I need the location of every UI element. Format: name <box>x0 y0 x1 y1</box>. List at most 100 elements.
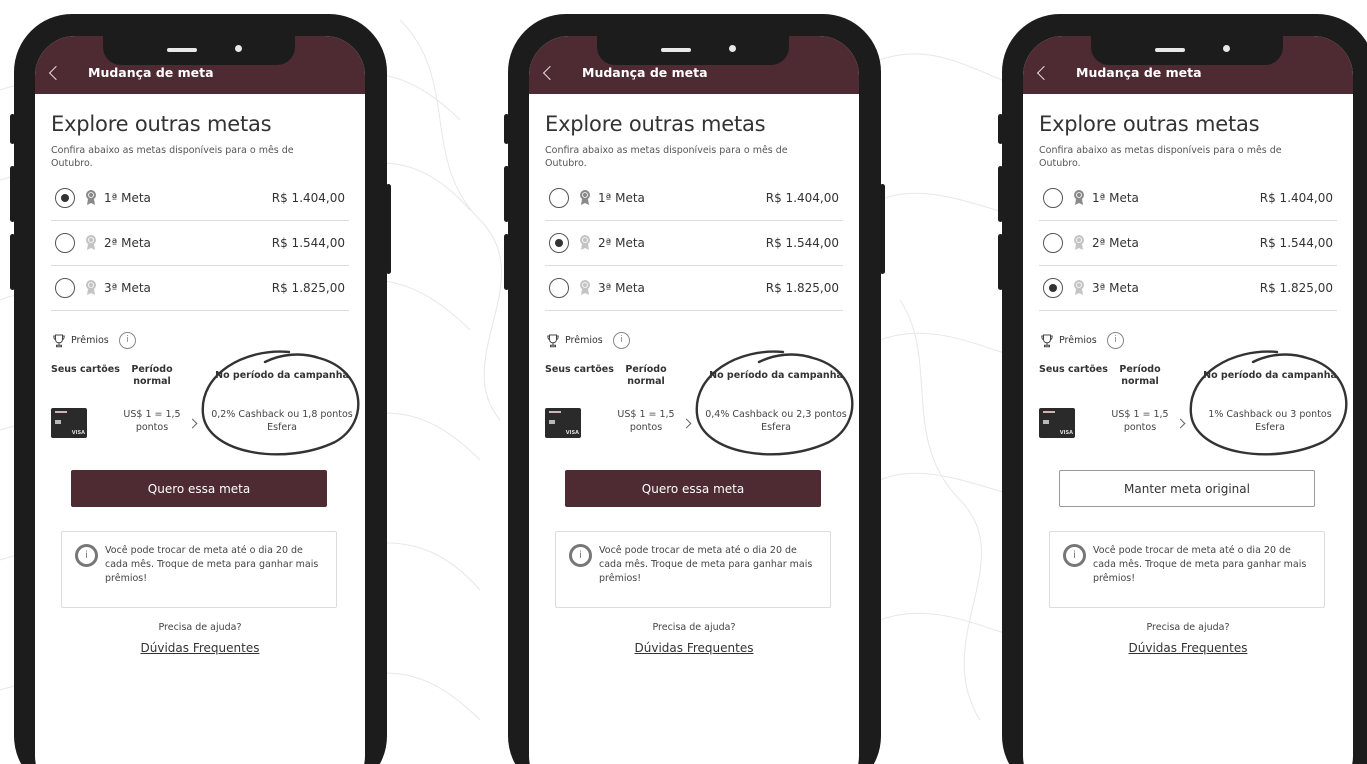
prizes-label: Prêmios <box>565 335 603 346</box>
card-network-label: VISA <box>71 430 85 436</box>
header-title: Mudança de meta <box>582 65 708 80</box>
app-screen: Mudança de meta Explore outras metas Con… <box>1023 36 1353 764</box>
header-title: Mudança de meta <box>1076 65 1202 80</box>
goal-radio[interactable] <box>1043 188 1063 208</box>
info-icon: i <box>75 544 98 567</box>
card-chip <box>55 420 61 424</box>
phone-mute-switch <box>504 114 509 144</box>
credit-card-icon: VISA <box>1039 408 1075 438</box>
phone-mockup-2: Mudança de meta Explore outras metas Con… <box>504 14 885 764</box>
hand-drawn-highlight-circle <box>695 350 854 456</box>
card-brand-logo <box>549 411 561 413</box>
card-network-label: VISA <box>565 430 579 436</box>
help-prompt: Precisa de ajuda? <box>652 622 736 633</box>
goal-radio[interactable] <box>55 233 75 253</box>
prizes-label: Prêmios <box>1059 335 1097 346</box>
medal-icon <box>86 280 96 295</box>
help-prompt: Precisa de ajuda? <box>1146 622 1230 633</box>
info-notice-text: Você pode trocar de meta até o dia 20 de… <box>1093 545 1307 584</box>
goal-label: 1ª Meta <box>1092 191 1139 205</box>
help-prompt: Precisa de ajuda? <box>158 622 242 633</box>
goal-row-2[interactable]: 2ª Meta R$ 1.544,00 <box>545 221 843 266</box>
page-subtitle: Confira abaixo as metas disponíveis para… <box>51 145 294 169</box>
info-notice: i Você pode trocar de meta até o dia 20 … <box>61 531 337 608</box>
goal-row-1[interactable]: 1ª Meta R$ 1.404,00 <box>1039 176 1337 221</box>
goal-row-3[interactable]: 3ª Meta R$ 1.825,00 <box>51 266 349 311</box>
goal-label: 3ª Meta <box>1092 281 1139 295</box>
card-chip <box>1043 420 1049 424</box>
prizes-info-icon[interactable]: i <box>613 332 630 349</box>
medal-icon <box>86 235 96 250</box>
phone-volume-down <box>504 234 509 290</box>
back-chevron-icon[interactable] <box>1036 65 1052 81</box>
faq-link[interactable]: Dúvidas Frequentes <box>35 641 365 655</box>
prizes-info-icon[interactable]: i <box>1107 332 1124 349</box>
goal-radio[interactable] <box>549 188 569 208</box>
goal-value: R$ 1.404,00 <box>1259 191 1333 205</box>
goal-radio[interactable] <box>55 278 75 298</box>
medal-icon <box>1074 235 1084 250</box>
back-chevron-icon[interactable] <box>542 65 558 81</box>
normal-period-value: US$ 1 = 1,5 pontos <box>617 409 675 433</box>
phone-volume-up <box>504 166 509 222</box>
goal-row-1[interactable]: 1ª Meta R$ 1.404,00 <box>51 176 349 221</box>
faq-link[interactable]: Dúvidas Frequentes <box>1023 641 1353 655</box>
goal-radio[interactable] <box>549 278 569 298</box>
page-title: Explore outras metas <box>545 112 766 136</box>
goal-row-2[interactable]: 2ª Meta R$ 1.544,00 <box>51 221 349 266</box>
goal-label: 1ª Meta <box>598 191 645 205</box>
front-camera <box>729 45 736 52</box>
info-notice: i Você pode trocar de meta até o dia 20 … <box>555 531 831 608</box>
chevron-right-icon <box>681 418 692 429</box>
goal-row-3[interactable]: 3ª Meta R$ 1.825,00 <box>1039 266 1337 311</box>
medal-icon <box>580 235 590 250</box>
trophy-icon <box>53 334 65 348</box>
goal-value: R$ 1.544,00 <box>765 236 839 250</box>
goal-value: R$ 1.544,00 <box>1259 236 1333 250</box>
column-header-cards: Seus cartões <box>545 364 614 375</box>
credit-card-icon: VISA <box>51 408 87 438</box>
back-chevron-icon[interactable] <box>48 65 64 81</box>
prizes-info-icon[interactable]: i <box>119 332 136 349</box>
goal-radio[interactable] <box>549 233 569 253</box>
goal-radio[interactable] <box>55 188 75 208</box>
card-chip <box>549 420 555 424</box>
phone-volume-up <box>10 166 15 222</box>
phone-volume-down <box>998 234 1003 290</box>
medal-icon <box>580 190 590 205</box>
info-notice-text: Você pode trocar de meta até o dia 20 de… <box>105 545 319 584</box>
faq-link[interactable]: Dúvidas Frequentes <box>529 641 859 655</box>
page-subtitle: Confira abaixo as metas disponíveis para… <box>1039 145 1282 169</box>
phone-power-button <box>880 184 885 274</box>
page-subtitle: Confira abaixo as metas disponíveis para… <box>545 145 788 169</box>
goal-label: 2ª Meta <box>598 236 645 250</box>
hand-drawn-highlight-circle <box>1189 350 1348 456</box>
goal-row-3[interactable]: 3ª Meta R$ 1.825,00 <box>545 266 843 311</box>
phone-notch <box>103 36 295 65</box>
info-notice: i Você pode trocar de meta até o dia 20 … <box>1049 531 1325 608</box>
goal-radio[interactable] <box>1043 278 1063 298</box>
goal-value: R$ 1.825,00 <box>271 281 345 295</box>
goal-radio[interactable] <box>1043 233 1063 253</box>
phone-notch <box>597 36 789 65</box>
goal-value: R$ 1.825,00 <box>1259 281 1333 295</box>
phone-volume-down <box>10 234 15 290</box>
keep-original-goal-button[interactable]: Manter meta original <box>1059 470 1315 507</box>
column-header-cards: Seus cartões <box>1039 364 1108 375</box>
column-header-cards: Seus cartões <box>51 364 120 375</box>
choose-goal-button[interactable]: Quero essa meta <box>71 470 327 507</box>
goal-row-1[interactable]: 1ª Meta R$ 1.404,00 <box>545 176 843 221</box>
phone-mute-switch <box>998 114 1003 144</box>
goal-value: R$ 1.404,00 <box>271 191 345 205</box>
page-title: Explore outras metas <box>51 112 272 136</box>
card-network-label: VISA <box>1059 430 1073 436</box>
campaign-period-value: 0,2% Cashback ou 1,8 pontos Esfera <box>211 409 353 433</box>
phone-mockup-3: Mudança de meta Explore outras metas Con… <box>998 14 1367 764</box>
goal-row-2[interactable]: 2ª Meta R$ 1.544,00 <box>1039 221 1337 266</box>
phone-notch <box>1091 36 1283 65</box>
choose-goal-button[interactable]: Quero essa meta <box>565 470 821 507</box>
campaign-period-value: 1% Cashback ou 3 pontos Esfera <box>1208 409 1332 433</box>
medal-icon <box>86 190 96 205</box>
card-brand-logo <box>1043 411 1055 413</box>
goal-value: R$ 1.544,00 <box>271 236 345 250</box>
